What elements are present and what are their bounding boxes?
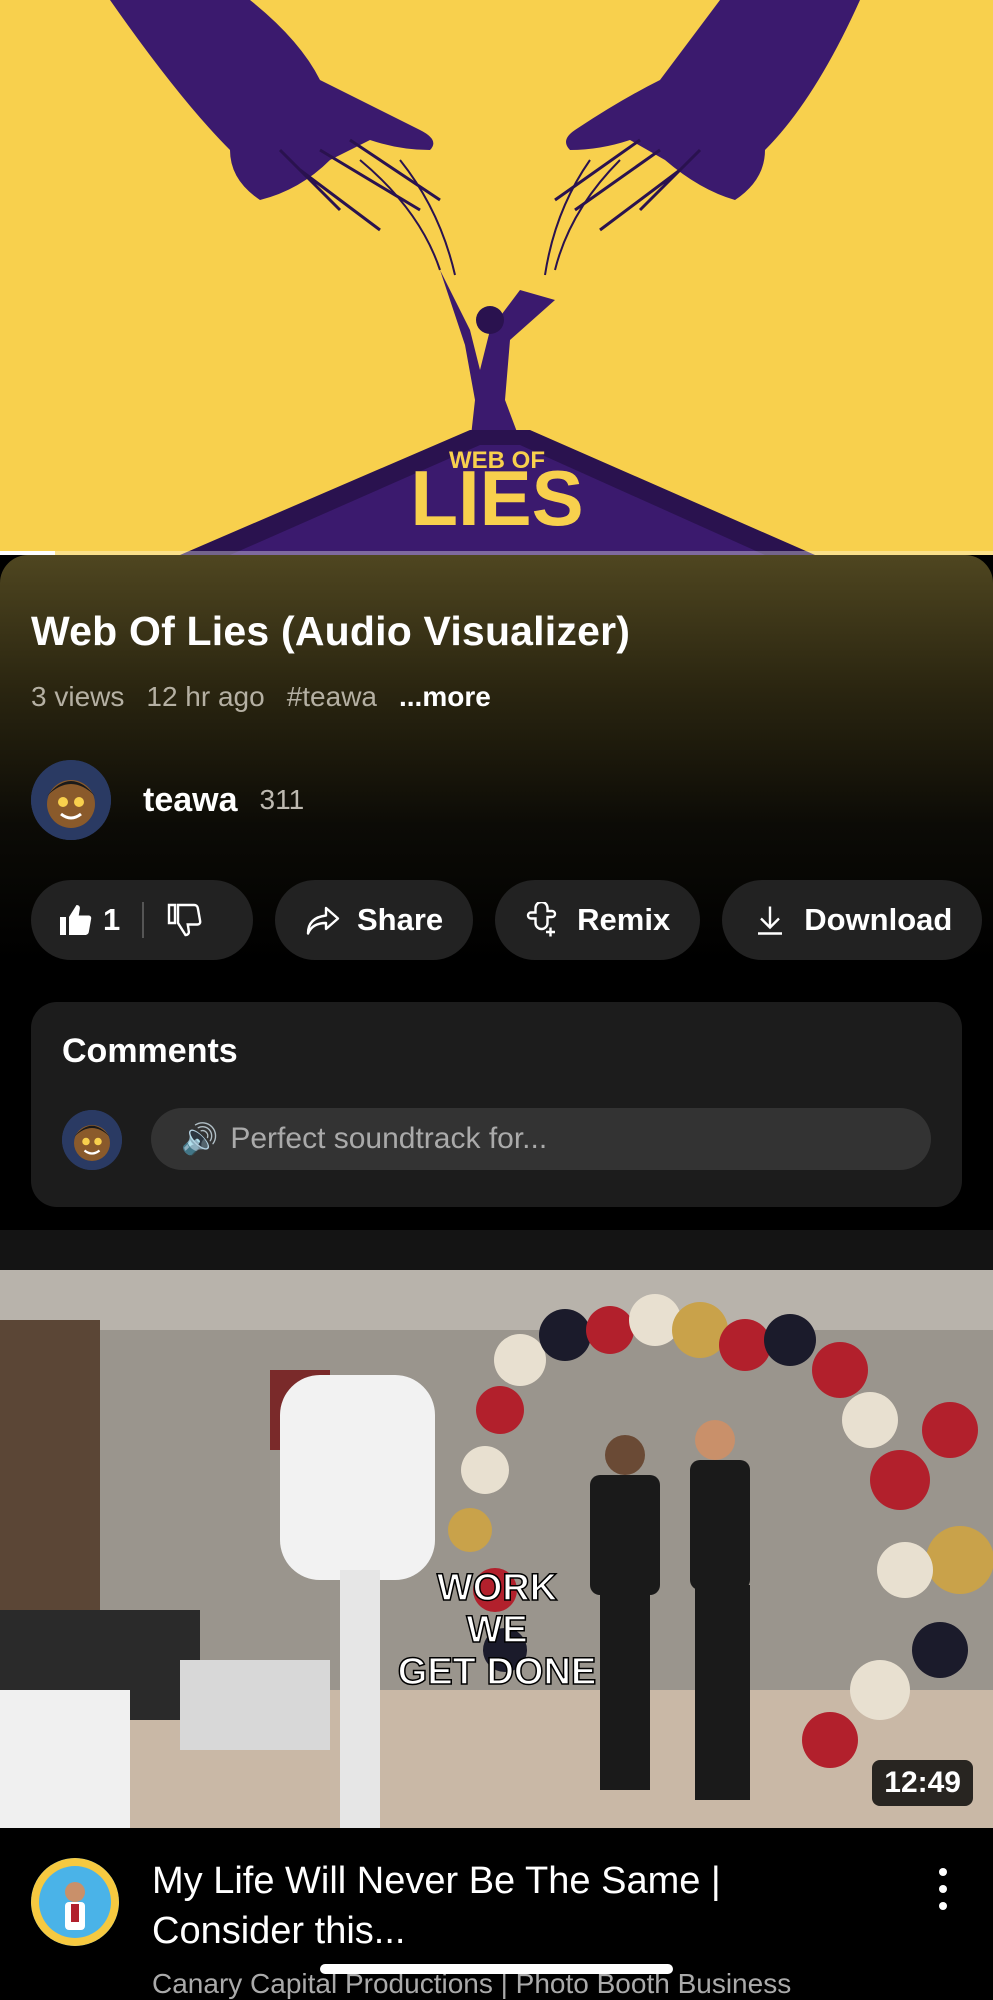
- like-button[interactable]: 1: [57, 902, 120, 938]
- remix-button[interactable]: Remix: [495, 880, 701, 960]
- like-dislike-pill: 1: [31, 880, 253, 960]
- download-icon: [758, 906, 783, 935]
- dislike-button[interactable]: [166, 902, 202, 938]
- recommended-video-title[interactable]: My Life Will Never Be The Same | Conside…: [152, 1856, 852, 1956]
- video-artwork: WEB OF LIES: [0, 0, 993, 555]
- thumbnail-image: WORK WE GET DONE: [0, 1270, 993, 1828]
- download-button[interactable]: Download: [722, 880, 983, 960]
- download-label: Download: [804, 902, 953, 937]
- channel-name[interactable]: teawa: [143, 781, 238, 820]
- like-count: 1: [103, 902, 121, 937]
- upload-age: 12 hr ago: [146, 681, 265, 712]
- subscriber-count: 311: [259, 784, 305, 815]
- comment-input[interactable]: 🔊 Perfect soundtrack for...: [151, 1108, 931, 1170]
- channel-avatar[interactable]: [31, 760, 111, 840]
- action-bar: 1 Share Remix Download: [31, 880, 983, 960]
- thumbs-down-icon: [168, 903, 202, 937]
- video-title: Web Of Lies (Audio Visualizer): [31, 608, 631, 654]
- thumbs-up-icon: [60, 905, 92, 935]
- video-meta[interactable]: 3 views 12 hr ago #teawa ...more: [31, 681, 491, 713]
- home-indicator[interactable]: [320, 1964, 673, 1974]
- thumbnail-caption-line-2: WE: [466, 1609, 527, 1651]
- recommended-video-info[interactable]: My Life Will Never Be The Same | Conside…: [0, 1828, 993, 2000]
- video-player[interactable]: WEB OF LIES: [0, 0, 993, 555]
- thumbnail-caption-line-1: WORK: [437, 1567, 558, 1609]
- share-label: Share: [357, 902, 444, 937]
- comments-card[interactable]: Comments 🔊 Perfect soundtrack for...: [31, 1002, 962, 1207]
- remix-label: Remix: [577, 902, 671, 937]
- speaker-emoji-icon: 🔊: [181, 1122, 219, 1156]
- section-divider: [0, 1230, 993, 1270]
- recommended-channel-avatar[interactable]: [31, 1858, 119, 1946]
- share-button[interactable]: Share: [275, 880, 474, 960]
- more-button[interactable]: ...more: [399, 681, 491, 713]
- thumbnail-caption-line-3: GET DONE: [398, 1651, 596, 1693]
- channel-row[interactable]: teawa 311: [31, 760, 304, 840]
- hashtag-link[interactable]: #teawa: [287, 681, 377, 713]
- remix-icon: [527, 902, 557, 937]
- like-divider: [142, 902, 145, 938]
- share-icon: [306, 906, 340, 935]
- more-options-icon[interactable]: [937, 1868, 949, 1919]
- artwork-title-large: LIES: [410, 454, 583, 542]
- comment-placeholder: Perfect soundtrack for...: [230, 1122, 548, 1155]
- duration-badge: 12:49: [872, 1760, 973, 1806]
- comments-title: Comments: [62, 1032, 238, 1070]
- view-count: 3 views: [31, 681, 125, 712]
- commenter-avatar: [62, 1110, 122, 1170]
- recommended-thumbnail[interactable]: WORK WE GET DONE 12:49: [0, 1270, 993, 1828]
